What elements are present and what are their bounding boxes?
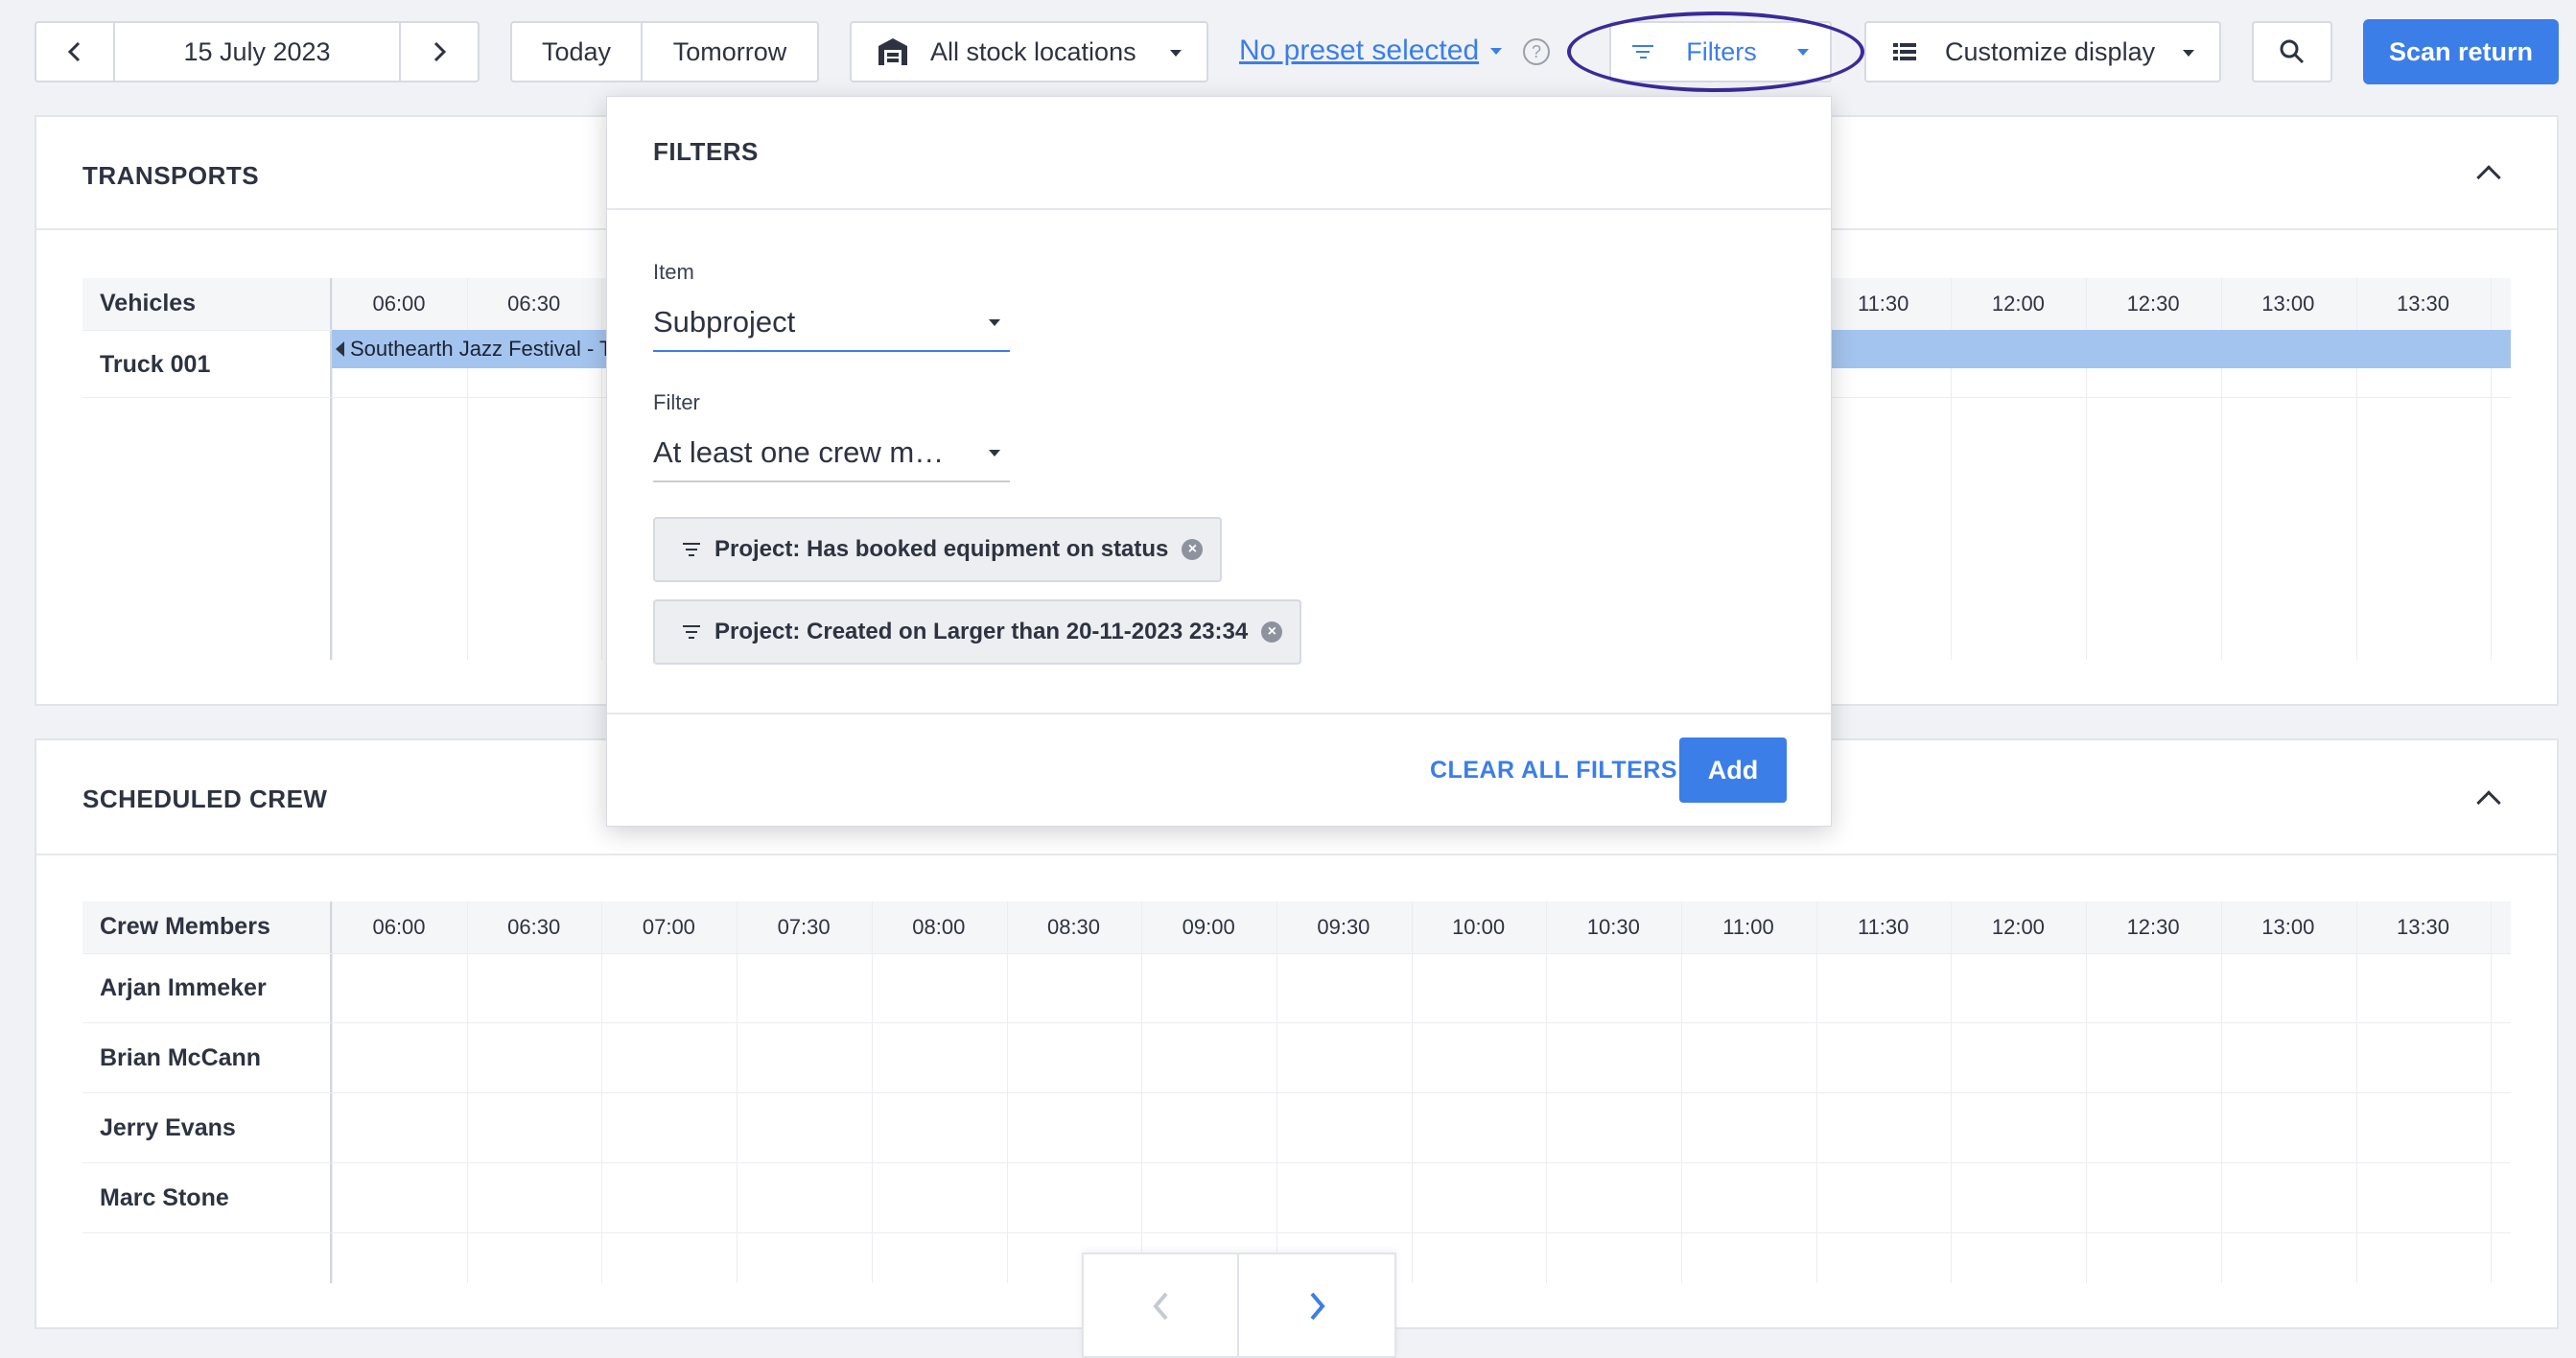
stock-locations-select[interactable]: All stock locations xyxy=(850,21,1208,82)
date-display[interactable]: 15 July 2023 xyxy=(113,21,401,82)
chevron-left-icon xyxy=(1153,1292,1168,1321)
filter-chip[interactable]: Project: Has booked equipment on status … xyxy=(653,517,1223,582)
today-button[interactable]: Today xyxy=(510,21,643,82)
prev-day-button[interactable] xyxy=(35,21,115,82)
filter-chip[interactable]: Project: Created on Larger than 20-11-20… xyxy=(653,599,1302,665)
event-bar-label: Southearth Jazz Festival - T xyxy=(350,337,613,361)
time-label: 08:30 xyxy=(1046,915,1101,939)
filter-label: Filter xyxy=(653,390,700,414)
time-label: 12:00 xyxy=(1991,915,2045,939)
time-label: 13:00 xyxy=(2261,292,2315,316)
item-select-value: Subproject xyxy=(653,305,796,339)
list-icon xyxy=(1893,43,1916,60)
time-label: 11:00 xyxy=(1722,915,1774,939)
time-label: 13:00 xyxy=(2261,915,2315,939)
time-label: 12:00 xyxy=(1991,292,2045,316)
timeline-row-line xyxy=(82,1162,2511,1163)
warehouse-icon xyxy=(878,38,907,65)
preset-select[interactable]: No preset selected xyxy=(1239,35,1503,67)
pagination xyxy=(1082,1253,1396,1358)
scan-return-button[interactable]: Scan return xyxy=(2363,19,2559,84)
caret-down-icon xyxy=(989,450,1000,457)
page-prev-button[interactable] xyxy=(1084,1254,1239,1358)
highlight-ring xyxy=(1567,12,1864,92)
time-label: 06:00 xyxy=(372,915,426,939)
crew-title: SCHEDULED CREW xyxy=(82,784,328,813)
filters-dropdown: FILTERS Item Subproject Filter At least … xyxy=(606,96,1832,827)
customize-display-select[interactable]: Customize display xyxy=(1864,21,2221,82)
filters-dropdown-title: FILTERS xyxy=(653,137,759,166)
timeline-row-line xyxy=(82,1232,2511,1233)
customize-label: Customize display xyxy=(1945,36,2156,66)
time-label: 09:30 xyxy=(1317,915,1370,939)
time-label: 11:30 xyxy=(1857,915,1909,939)
close-circle-icon[interactable]: × xyxy=(1182,539,1204,560)
filter-icon xyxy=(682,543,701,556)
stock-locations-label: All stock locations xyxy=(930,36,1136,66)
caret-down-icon xyxy=(1170,50,1182,57)
chevron-up-icon[interactable] xyxy=(2476,165,2501,190)
scheduled-crew-panel: SCHEDULED CREW xyxy=(35,738,2559,1329)
crew-header-label: Crew Members xyxy=(100,913,270,940)
time-label: 12:30 xyxy=(2126,292,2180,316)
chevron-right-icon xyxy=(433,41,447,62)
time-label: 08:00 xyxy=(912,915,966,939)
item-label: Item xyxy=(653,260,694,284)
filter-icon xyxy=(682,625,701,639)
filter-chip-label: Project: Created on Larger than 20-11-20… xyxy=(714,619,1249,644)
vehicle-row-name: Truck 001 xyxy=(100,351,211,378)
time-label: 06:30 xyxy=(507,915,561,939)
tomorrow-button[interactable]: Tomorrow xyxy=(641,21,819,82)
add-filter-button[interactable]: Add xyxy=(1679,738,1787,803)
filter-select[interactable]: At least one crew me… xyxy=(653,425,1010,482)
chevron-right-icon xyxy=(1310,1292,1325,1321)
crew-member-name: Brian McCann xyxy=(100,1044,262,1071)
preset-label: No preset selected xyxy=(1239,35,1480,66)
chevron-left-icon xyxy=(67,41,81,62)
timeline-row-line xyxy=(82,1092,2511,1093)
time-label: 10:30 xyxy=(1586,915,1640,939)
close-circle-icon[interactable]: × xyxy=(1261,621,1283,643)
time-label: 13:30 xyxy=(2396,915,2450,939)
search-button[interactable] xyxy=(2252,21,2332,82)
crew-member-name: Marc Stone xyxy=(100,1184,229,1211)
time-label: 06:30 xyxy=(507,292,561,316)
time-label: 09:00 xyxy=(1182,915,1235,939)
time-label: 06:00 xyxy=(372,292,426,316)
caret-down-icon xyxy=(1490,47,1503,55)
time-label: 07:30 xyxy=(777,915,831,939)
time-label: 12:30 xyxy=(2126,915,2180,939)
caret-down-icon xyxy=(989,319,1000,326)
caret-left-icon xyxy=(336,341,344,357)
clear-all-filters-button[interactable]: CLEAR ALL FILTERS xyxy=(1430,757,1677,784)
search-icon xyxy=(2280,39,2305,64)
timeline-row-line xyxy=(82,1022,2511,1023)
item-select[interactable]: Subproject xyxy=(653,294,1010,352)
timeline-row-line xyxy=(82,953,2511,954)
crew-member-name: Arjan Immeker xyxy=(100,974,267,1001)
time-label: 13:30 xyxy=(2396,292,2450,316)
caret-down-icon xyxy=(2183,50,2194,57)
time-label: 07:00 xyxy=(642,915,695,939)
transports-header-label: Vehicles xyxy=(100,290,197,316)
help-icon[interactable]: ? xyxy=(1523,38,1550,65)
filter-chip-label: Project: Has booked equipment on status xyxy=(714,536,1169,562)
filter-select-value: At least one crew me… xyxy=(653,435,960,469)
next-day-button[interactable] xyxy=(399,21,480,82)
page-next-button[interactable] xyxy=(1239,1254,1396,1358)
crew-member-name: Jerry Evans xyxy=(100,1114,236,1141)
chevron-up-icon[interactable] xyxy=(2476,790,2501,815)
time-label: 11:30 xyxy=(1857,292,1909,316)
time-label: 10:00 xyxy=(1452,915,1506,939)
transports-title: TRANSPORTS xyxy=(82,161,260,190)
